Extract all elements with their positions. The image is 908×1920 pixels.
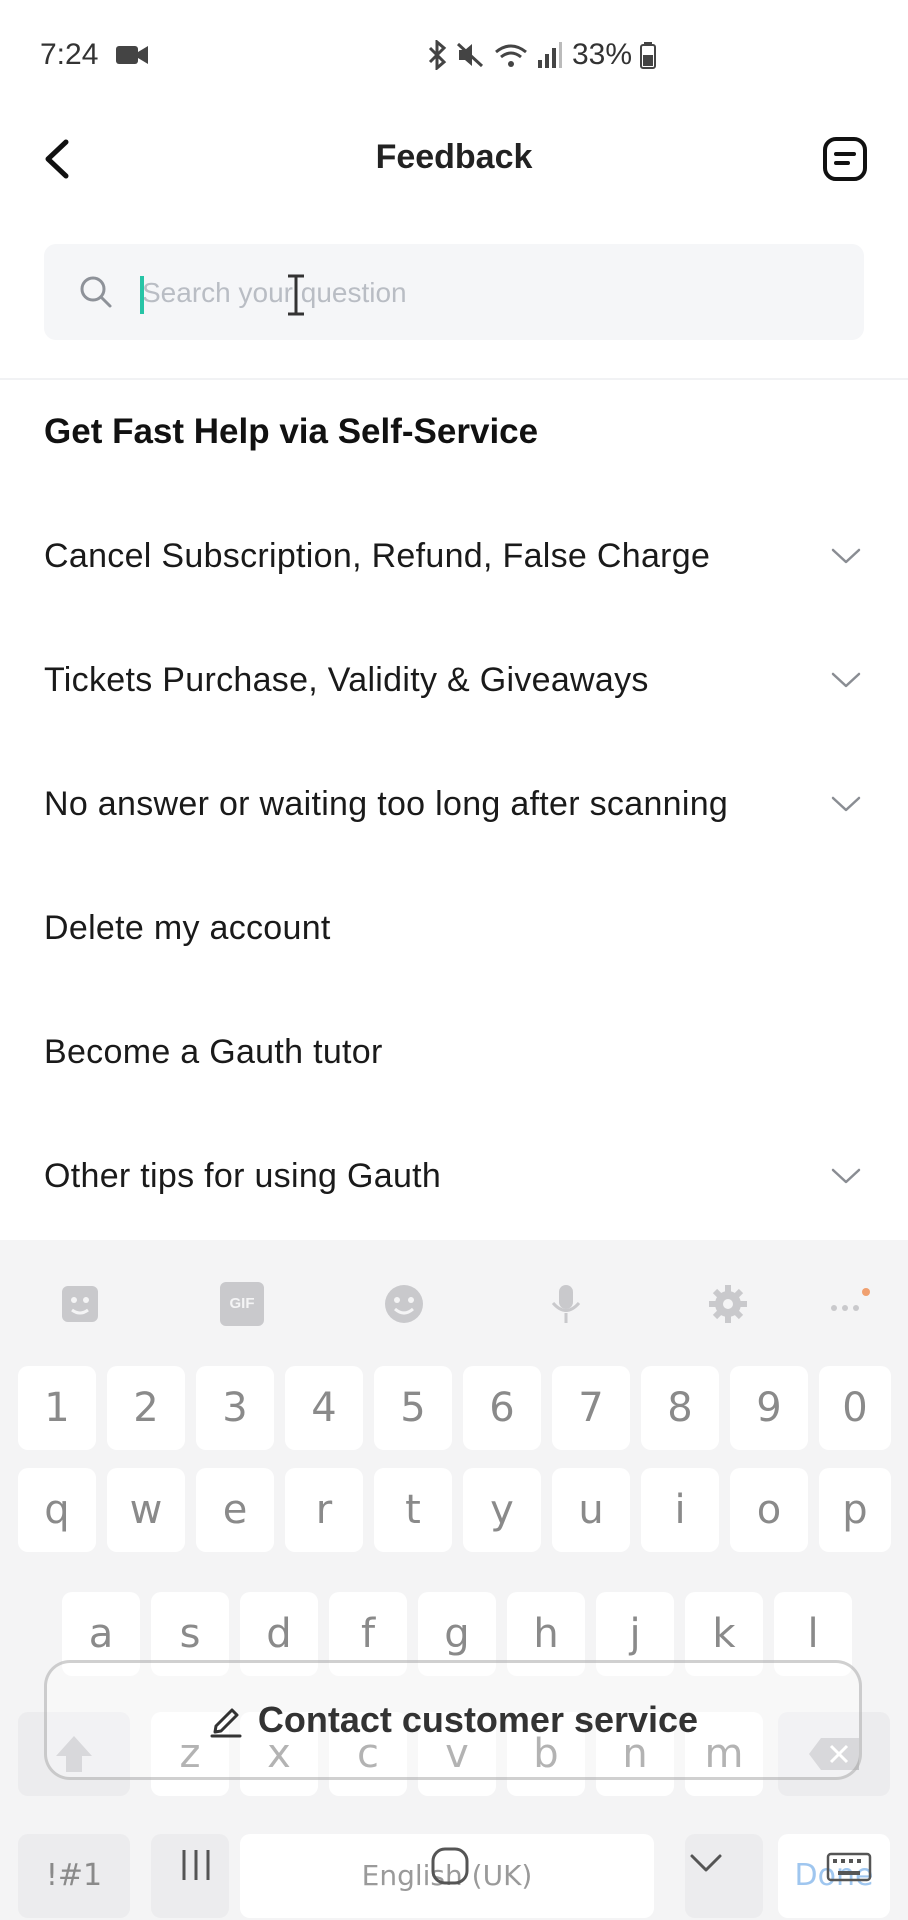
key-q[interactable]: q [18, 1468, 96, 1552]
key-p[interactable]: p [819, 1468, 891, 1552]
settings-gear-icon[interactable] [706, 1282, 750, 1326]
header: Feedback [0, 110, 908, 210]
key-9[interactable]: 9 [730, 1366, 808, 1450]
chevron-down-icon [831, 548, 861, 564]
faq-item-cancel-subscription[interactable]: Cancel Subscription, Refund, False Charg… [0, 495, 908, 619]
faq-item-other-tips[interactable]: Other tips for using Gauth [0, 1115, 908, 1239]
faq-label: No answer or waiting too long after scan… [44, 785, 729, 823]
pencil-icon [210, 1708, 242, 1738]
contact-button-content: Contact customer service [47, 1663, 859, 1777]
page-title: Feedback [375, 138, 533, 176]
key-8[interactable]: 8 [641, 1366, 719, 1450]
key-y[interactable]: y [463, 1468, 541, 1552]
keyboard-switch-icon[interactable] [826, 1852, 872, 1882]
faq-label: Other tips for using Gauth [44, 1157, 442, 1195]
video-camera-icon [116, 46, 148, 64]
faq-item-no-answer[interactable]: No answer or waiting too long after scan… [0, 743, 908, 867]
faq-item-tickets-purchase[interactable]: Tickets Purchase, Validity & Giveaways [0, 619, 908, 743]
contact-button-label: Contact customer service [257, 1699, 699, 1740]
key-e[interactable]: e [196, 1468, 274, 1552]
chevron-down-icon [831, 796, 861, 812]
battery-icon [640, 42, 657, 69]
key-period[interactable] [685, 1834, 763, 1918]
text-cursor-icon [288, 274, 304, 316]
signal-icon [538, 42, 562, 68]
key-0[interactable]: 0 [819, 1366, 891, 1450]
emoji-icon[interactable] [382, 1282, 426, 1326]
sticker-icon[interactable] [58, 1282, 102, 1326]
more-options-icon[interactable] [826, 1282, 870, 1326]
key-2[interactable]: 2 [107, 1366, 185, 1450]
divider [0, 378, 908, 380]
mute-icon [456, 42, 484, 68]
faq-label: Tickets Purchase, Validity & Giveaways [44, 661, 649, 699]
search-icon [80, 276, 112, 308]
battery-percent: 33% [572, 38, 633, 71]
key-7[interactable]: 7 [552, 1366, 630, 1450]
key-3[interactable]: 3 [196, 1366, 274, 1450]
section-title: Get Fast Help via Self-Service [44, 412, 539, 451]
symbols-key[interactable]: !#1 [18, 1834, 130, 1918]
key-i[interactable]: i [641, 1468, 719, 1552]
faq-label: Become a Gauth tutor [44, 1033, 383, 1071]
gif-icon[interactable]: GIF [220, 1282, 264, 1326]
key-u[interactable]: u [552, 1468, 630, 1552]
microphone-icon[interactable] [544, 1282, 588, 1326]
key-5[interactable]: 5 [374, 1366, 452, 1450]
key-o[interactable]: o [730, 1468, 808, 1552]
search-box[interactable] [44, 244, 864, 340]
key-6[interactable]: 6 [463, 1366, 541, 1450]
bluetooth-icon [428, 40, 447, 70]
faq-item-become-tutor[interactable]: Become a Gauth tutor [0, 991, 908, 1115]
faq-list: Cancel Subscription, Refund, False Charg… [0, 495, 908, 1239]
chevron-down-icon [831, 672, 861, 688]
faq-label: Delete my account [44, 909, 331, 947]
status-time: 7:24 [40, 38, 99, 71]
wifi-icon [495, 44, 527, 67]
key-4[interactable]: 4 [285, 1366, 363, 1450]
status-bar: 7:24 33% [0, 0, 908, 110]
keyboard-toolbar: GIF [0, 1240, 908, 1360]
key-r[interactable]: r [285, 1468, 363, 1552]
search-input[interactable] [140, 266, 824, 320]
home-icon[interactable] [430, 1846, 470, 1886]
faq-item-delete-account[interactable]: Delete my account [0, 867, 908, 991]
key-w[interactable]: w [107, 1468, 185, 1552]
key-t[interactable]: t [374, 1468, 452, 1552]
on-screen-keyboard: GIF 1 2 3 4 5 6 7 8 9 0 q w e r t y u i … [0, 1240, 908, 1920]
hide-keyboard-chevron-icon[interactable] [688, 1852, 724, 1876]
contact-customer-service-button[interactable]: Contact customer service [44, 1660, 862, 1780]
text-caret [140, 276, 144, 314]
chevron-down-icon [831, 1168, 861, 1184]
key-1[interactable]: 1 [18, 1366, 96, 1450]
recent-apps-icon[interactable] [178, 1848, 214, 1882]
faq-label: Cancel Subscription, Refund, False Charg… [44, 537, 711, 575]
status-icons: 33% [426, 38, 657, 72]
feedback-history-icon[interactable] [822, 136, 868, 182]
